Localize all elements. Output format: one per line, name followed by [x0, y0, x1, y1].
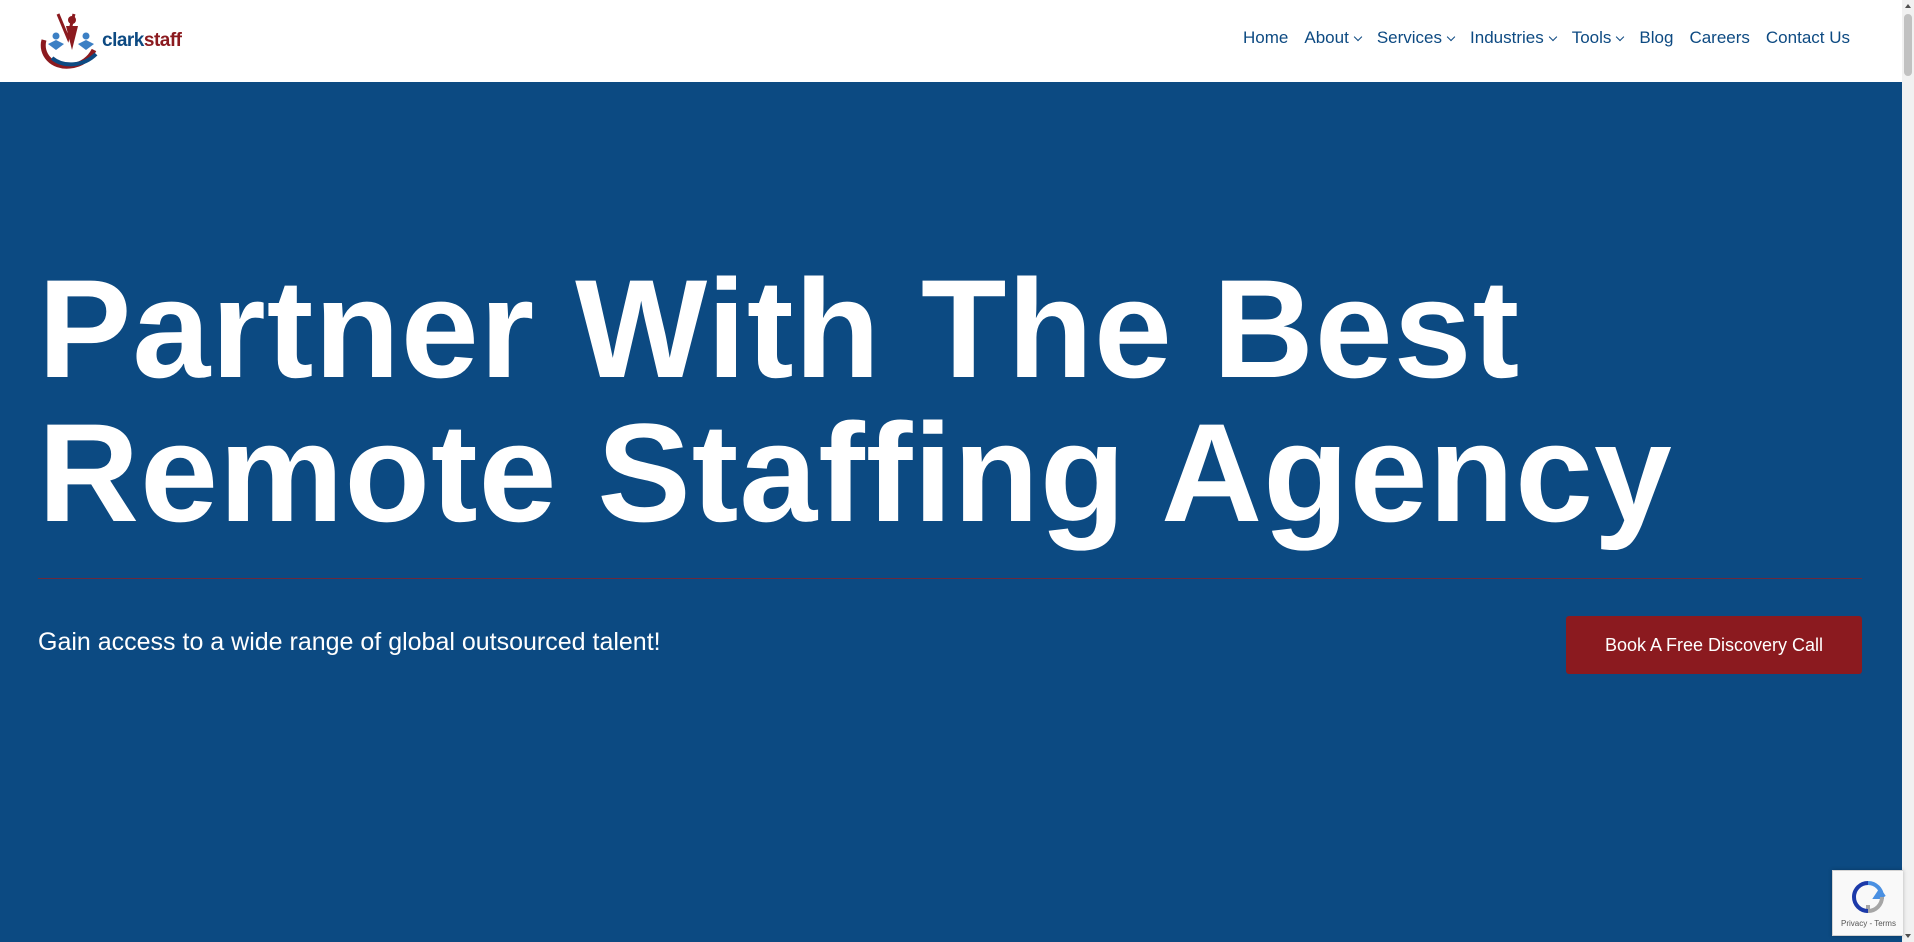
scroll-up-arrow-icon[interactable] [1905, 4, 1911, 8]
book-discovery-call-button[interactable]: Book A Free Discovery Call [1566, 616, 1862, 674]
nav-item-blog[interactable]: Blog [1639, 28, 1673, 48]
chevron-down-icon [1548, 32, 1557, 41]
scrollbar-thumb[interactable] [1904, 14, 1912, 76]
nav-item-label: Tools [1571, 28, 1612, 47]
clarkstaff-logo[interactable]: clarkstaff [38, 10, 198, 72]
recaptcha-icon [1851, 881, 1886, 914]
nav-item-label: About [1304, 28, 1349, 47]
logo-wordmark: clarkstaff [102, 30, 182, 52]
nav-item-label: Contact Us [1765, 28, 1850, 47]
hero-title-line-1: Partner With The Best [38, 250, 1521, 407]
page-scrollbar[interactable] [1902, 0, 1914, 942]
hero-title-line-2: Remote Staffing Agency [38, 394, 1673, 551]
clarkstaff-logo-mark [40, 13, 98, 69]
hero-section: Partner With The Best Remote Staffing Ag… [0, 82, 1902, 942]
hero-title: Partner With The Best Remote Staffing Ag… [38, 257, 1878, 545]
nav-item-about[interactable]: About [1304, 28, 1363, 48]
hero-subtitle: Gain access to a wide range of global ou… [38, 628, 661, 656]
nav-item-label: Services [1376, 28, 1443, 47]
site-header: clarkstaff Home About Services Industrie… [0, 0, 1902, 82]
nav-item-services[interactable]: Services [1376, 28, 1456, 48]
main-nav: Home About Services Industries Tools Blo… [1227, 28, 1850, 48]
chevron-down-icon [1446, 32, 1456, 41]
nav-item-careers[interactable]: Careers [1689, 28, 1749, 48]
nav-item-tools[interactable]: Tools [1571, 28, 1625, 48]
nav-item-label: Careers [1689, 28, 1750, 47]
chevron-down-icon [1353, 32, 1363, 41]
nav-item-contact-us[interactable]: Contact Us [1766, 28, 1850, 48]
scroll-down-arrow-icon[interactable] [1905, 934, 1911, 938]
nav-item-label: Home [1243, 28, 1289, 47]
hero-divider [38, 578, 1862, 579]
recaptcha-badge[interactable]: Privacy - Terms [1832, 870, 1903, 936]
recaptcha-links[interactable]: Privacy - Terms [1841, 919, 1896, 928]
nav-item-label: Industries [1470, 28, 1544, 47]
chevron-down-icon [1616, 32, 1625, 41]
nav-item-home[interactable]: Home [1243, 28, 1288, 48]
logo-wordmark-part1: clark [102, 30, 144, 51]
nav-item-industries[interactable]: Industries [1470, 28, 1557, 48]
nav-item-label: Blog [1639, 28, 1674, 47]
logo-wordmark-part2: staff [143, 30, 182, 51]
